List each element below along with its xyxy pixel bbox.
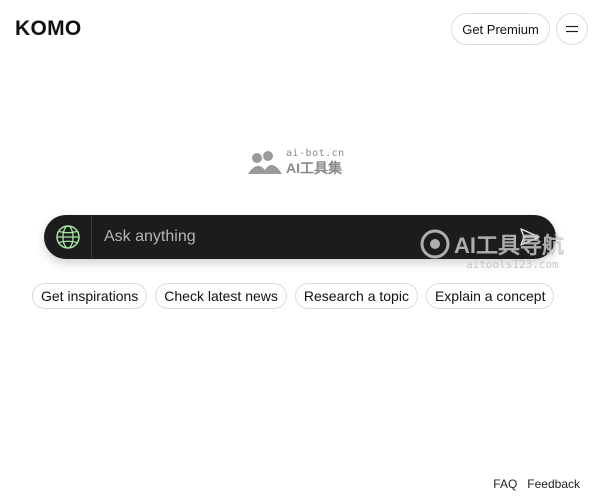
watermark-center: ai-bot.cn AI工具集 (248, 149, 345, 175)
footer: FAQ Feedback (493, 477, 580, 491)
watermark-logo-icon (248, 151, 282, 174)
menu-button[interactable] (556, 13, 588, 45)
page: KOMO Get Premium ai-bot.cn AI工具集 Ask any… (0, 0, 600, 500)
logo[interactable]: KOMO (15, 17, 82, 41)
watermark-compass-icon (420, 229, 450, 259)
globe-button[interactable] (44, 215, 92, 259)
get-premium-button[interactable]: Get Premium (451, 13, 550, 45)
chip-check-latest-news[interactable]: Check latest news (155, 283, 287, 309)
chip-get-inspirations[interactable]: Get inspirations (32, 283, 148, 309)
menu-icon (566, 25, 578, 33)
suggestion-chips: Get inspirations Check latest news Resea… (32, 283, 555, 309)
watermark-title: AI工具集 (286, 160, 342, 176)
watermark-right: AI工具导航 aitools123.com (420, 228, 564, 271)
chip-research-a-topic[interactable]: Research a topic (294, 283, 418, 309)
watermark-url: ai-bot.cn (286, 148, 345, 159)
globe-icon (55, 225, 80, 249)
chip-explain-a-concept[interactable]: Explain a concept (425, 283, 555, 309)
watermark-right-url: aitools123.com (466, 258, 559, 271)
faq-link[interactable]: FAQ (493, 477, 517, 491)
watermark-right-title: AI工具导航 (454, 233, 565, 258)
feedback-link[interactable]: Feedback (527, 477, 580, 491)
